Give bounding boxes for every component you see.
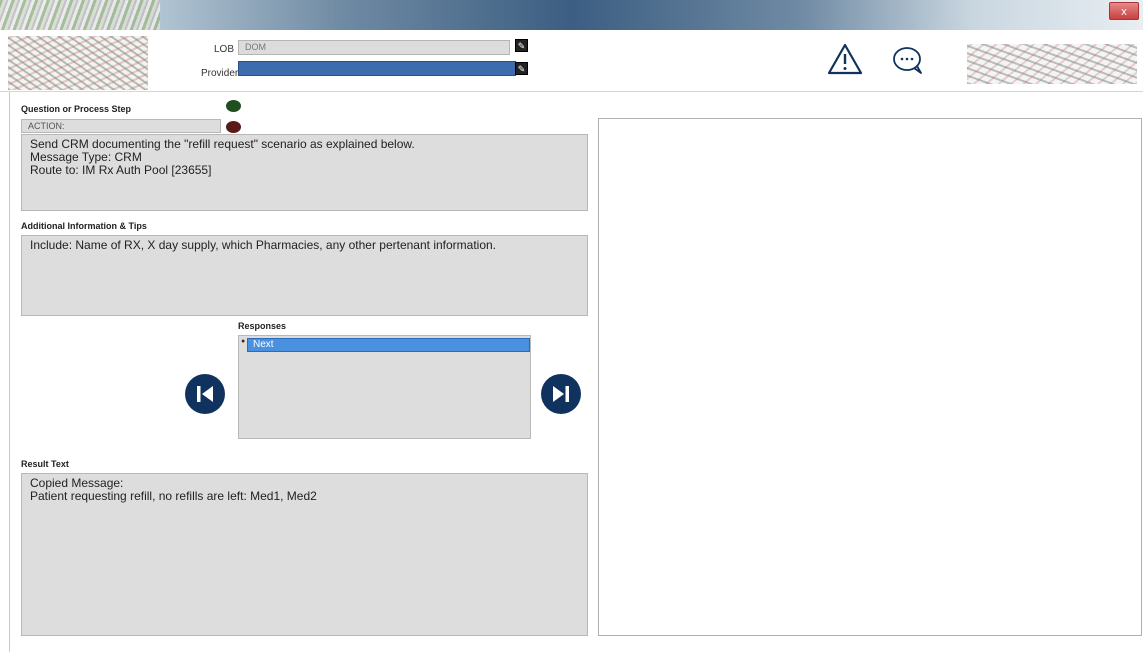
detail-panel — [598, 118, 1142, 636]
question-line: Route to: IM Rx Auth Pool [23655] — [30, 163, 212, 177]
lob-edit-button[interactable]: ✎ — [515, 39, 528, 52]
result-text-panel: Copied Message: Patient requesting refil… — [21, 473, 588, 636]
question-text-panel: Send CRM documenting the "refill request… — [21, 134, 588, 211]
title-bar: x — [0, 0, 1143, 30]
responses-label: Responses — [238, 321, 287, 331]
provider-label: Provider — [201, 68, 239, 79]
lob-label: LOB — [214, 44, 235, 55]
skip-back-icon — [197, 386, 213, 402]
warning-icon[interactable] — [827, 43, 863, 75]
lob-field[interactable]: DOM — [238, 40, 510, 55]
additional-info-panel: Include: Name of RX, X day supply, which… — [21, 235, 588, 316]
result-line: Patient requesting refill, no refills ar… — [30, 489, 317, 503]
action-label: ACTION: — [21, 119, 221, 133]
status-green-indicator — [226, 100, 241, 112]
additional-info-text: Include: Name of RX, X day supply, which… — [30, 238, 497, 252]
next-step-button[interactable] — [541, 374, 581, 414]
provider-field[interactable] — [238, 61, 516, 76]
responses-list[interactable]: ● Next — [238, 335, 531, 439]
selected-bullet-icon: ● — [241, 338, 246, 345]
close-button[interactable]: x — [1109, 2, 1139, 20]
left-edge-divider — [9, 92, 10, 652]
chat-icon[interactable] — [890, 44, 926, 76]
company-logo — [8, 36, 148, 90]
status-red-indicator — [226, 121, 241, 133]
response-item-next[interactable]: Next — [247, 338, 530, 352]
additional-info-label: Additional Information & Tips — [21, 221, 147, 231]
result-text-label: Result Text — [21, 459, 69, 469]
provider-edit-button[interactable]: ✎ — [515, 62, 528, 75]
header: LOB DOM ✎ Provider ✎ — [0, 30, 1143, 92]
skip-forward-icon — [553, 386, 569, 402]
title-bar-logo — [0, 0, 160, 30]
previous-step-button[interactable] — [185, 374, 225, 414]
partner-logo — [967, 44, 1137, 84]
question-label: Question or Process Step — [21, 104, 132, 114]
